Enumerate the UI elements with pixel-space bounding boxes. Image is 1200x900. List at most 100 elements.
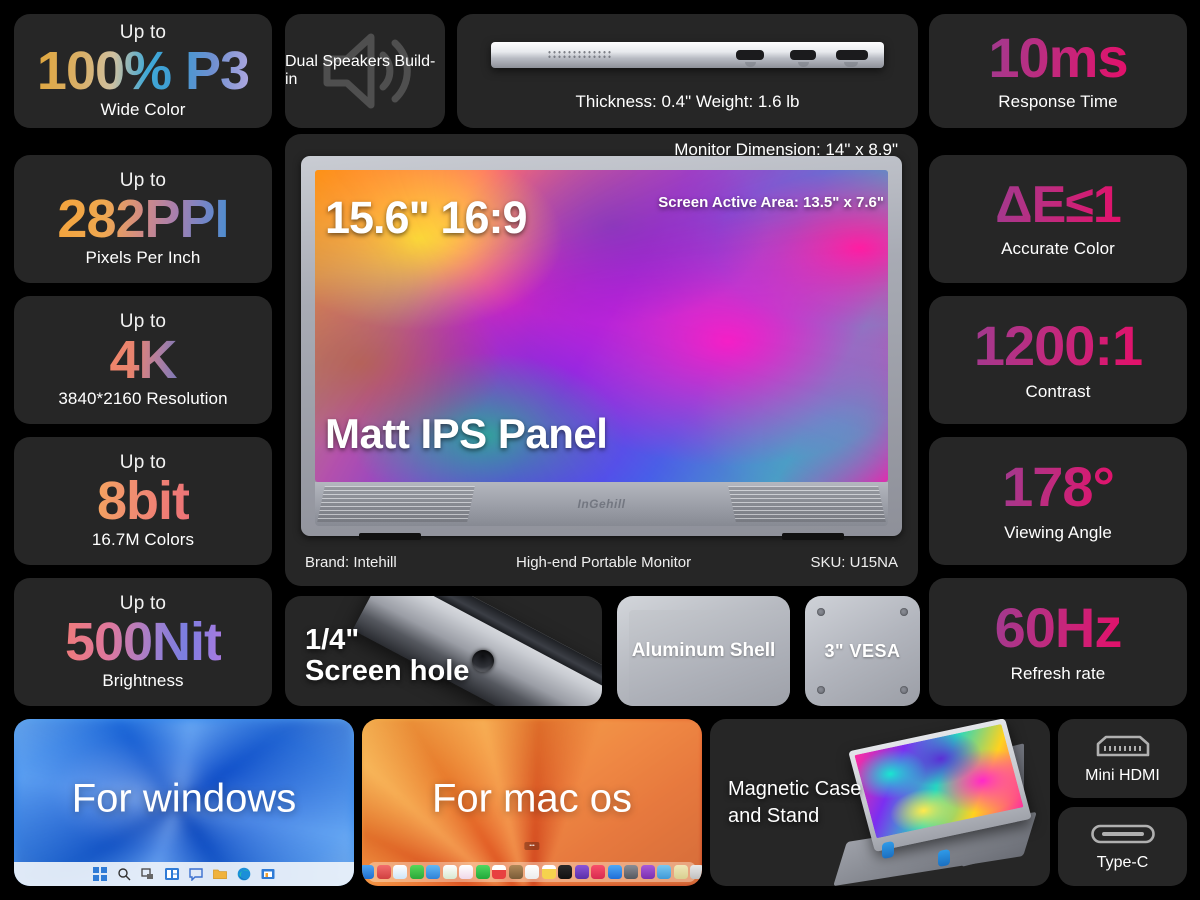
feature-card-screw-hole: 1/4" Screen hole [285, 596, 602, 706]
mini-hdmi-label: Mini HDMI [1085, 766, 1160, 784]
spec-caption: Refresh rate [1010, 664, 1106, 683]
dock-item-settings[interactable] [624, 865, 638, 879]
dock-item-appstore[interactable] [607, 865, 622, 879]
spec-value: 10ms [988, 26, 1128, 89]
spec-value: 100% P3 [36, 41, 250, 102]
dock-item-preview[interactable] [657, 865, 671, 879]
spec-value: 500Nit [64, 612, 222, 673]
spec-value: ΔE≤1 [995, 176, 1122, 234]
screw-hole-line2: Screen hole [305, 654, 470, 687]
spec-value: 60Hz [994, 596, 1123, 659]
os-card-macos: For mac os ••• [362, 719, 702, 886]
microsoft-store-icon[interactable] [261, 867, 275, 881]
spec-card-ppi: Up to 282PPI Pixels Per Inch [14, 155, 272, 283]
spec-value: 282PPI [57, 189, 229, 250]
speaker-grille-holes [547, 50, 611, 59]
feature-card-thickness: Thickness: 0.4" Weight: 1.6 lb [457, 14, 918, 128]
macos-dock [362, 862, 702, 882]
spec-card-color-depth: Up to 8bit 16.7M Colors [14, 437, 272, 565]
os-card-windows: For windows [14, 719, 354, 886]
spec-caption: Accurate Color [1001, 239, 1115, 258]
stand-photo [833, 719, 1044, 886]
dock-item-reminders[interactable] [525, 865, 539, 879]
spec-caption: 16.7M Colors [91, 529, 195, 549]
windows-label: For windows [71, 776, 297, 821]
tagline-label: High-end Portable Monitor [516, 553, 692, 571]
stand-line2: and Stand [728, 804, 820, 827]
feature-card-vesa: 3" VESA [805, 596, 920, 706]
monitor-chin: InGehill [315, 482, 888, 526]
dock-item-facetime[interactable] [475, 865, 490, 879]
dual-speakers-label: Dual Speakers Build-in [285, 53, 436, 88]
spec-card-refresh-rate: 60Hz Refresh rate [929, 578, 1187, 706]
spec-card-response-time: 10ms Response Time [929, 14, 1187, 128]
dock-item-music[interactable] [591, 865, 605, 879]
stand-line1: Magnetic Case [728, 777, 862, 800]
mini-hdmi-port [836, 50, 868, 60]
dock-item-downloads[interactable] [673, 865, 688, 879]
monitor-bezel: 15.6" 16:9 Screen Active Area: 13.5" x 7… [301, 156, 902, 540]
spec-caption: Contrast [1025, 382, 1091, 401]
screen-size-ratio-label: 15.6" 16:9 [325, 192, 527, 243]
monitor-foot-left [359, 533, 421, 540]
dock-item-tv[interactable] [558, 865, 572, 879]
spec-card-resolution: Up to 4K 3840*2160 Resolution [14, 296, 272, 424]
monitor-foot-right [782, 533, 844, 540]
spec-card-wide-color: Up to 100% P3 Wide Color [14, 14, 272, 128]
thickness-weight-label: Thickness: 0.4" Weight: 1.6 lb [575, 92, 800, 111]
monitor-dimension-label: Monitor Dimension: 14" x 8.9" [674, 140, 898, 159]
speaker-grille-right [728, 486, 886, 522]
usb-c-port-1 [736, 50, 764, 60]
monitor-side-profile [491, 42, 884, 68]
edge-browser-icon[interactable] [237, 867, 251, 881]
widgets-icon[interactable] [165, 867, 179, 881]
dock-item-messages[interactable] [409, 865, 424, 879]
chat-icon[interactable] [189, 867, 203, 881]
task-view-icon[interactable] [141, 867, 155, 881]
spec-card-viewing-angle: 178° Viewing Angle [929, 437, 1187, 565]
dock-item-notes[interactable] [541, 865, 556, 879]
vesa-screw-top-right [900, 608, 908, 616]
spec-card-accurate-color: ΔE≤1 Accurate Color [929, 155, 1187, 283]
spec-caption: Pixels Per Inch [85, 247, 201, 267]
brand-label: Brand: Intehill [305, 553, 397, 571]
windows-start-icon[interactable] [93, 867, 107, 881]
spec-card-contrast: 1200:1 Contrast [929, 296, 1187, 424]
feature-card-dual-speakers: Dual Speakers Build-in [285, 14, 445, 128]
active-area-label: Screen Active Area: 13.5" x 7.6" [658, 194, 884, 211]
main-monitor-card: Monitor Dimension: 14" x 8.9" 15.6" 16:9… [285, 134, 918, 586]
dock-item-keynote[interactable] [640, 865, 655, 879]
dock-item-podcasts[interactable] [574, 865, 589, 879]
file-explorer-icon[interactable] [213, 867, 227, 881]
port-card-type-c: Type-C [1058, 807, 1187, 886]
screw-hole-line1: 1/4" [305, 624, 360, 657]
port-indent-3 [844, 62, 858, 67]
windows-taskbar [14, 862, 354, 886]
aluminum-shell-label: Aluminum Shell [631, 640, 776, 661]
speaker-grille-left [317, 486, 475, 522]
dock-item-photos[interactable] [459, 865, 473, 879]
dock-item-safari[interactable] [393, 865, 407, 879]
spec-caption: Viewing Angle [1004, 523, 1112, 542]
usb-c-port-2 [790, 50, 816, 60]
panel-type-label: Matt IPS Panel [325, 410, 608, 457]
dock-item-contacts[interactable] [508, 865, 523, 879]
monitor-info-footer: Brand: Intehill High-end Portable Monito… [285, 548, 918, 576]
dock-item-trash[interactable] [690, 865, 702, 879]
dock-item-maps[interactable] [442, 865, 457, 879]
dock-item-mail[interactable] [426, 865, 440, 879]
macos-label: For mac os [431, 776, 633, 821]
spec-caption: Wide Color [100, 99, 186, 119]
dock-item-calendar[interactable] [492, 865, 506, 879]
cable-clip-left [882, 841, 894, 859]
spec-value: 8bit [96, 471, 190, 532]
dock-item-launchpad[interactable] [376, 865, 391, 879]
spec-caption: Brightness [102, 670, 184, 690]
hdmi-port-icon [1096, 735, 1149, 756]
port-card-mini-hdmi: Mini HDMI [1058, 719, 1187, 798]
search-icon[interactable] [117, 867, 131, 881]
port-indent-1 [745, 62, 756, 67]
typec-port-icon [1090, 824, 1155, 843]
feature-card-aluminum-shell: Aluminum Shell [617, 596, 790, 706]
dock-item-finder[interactable] [362, 865, 374, 879]
